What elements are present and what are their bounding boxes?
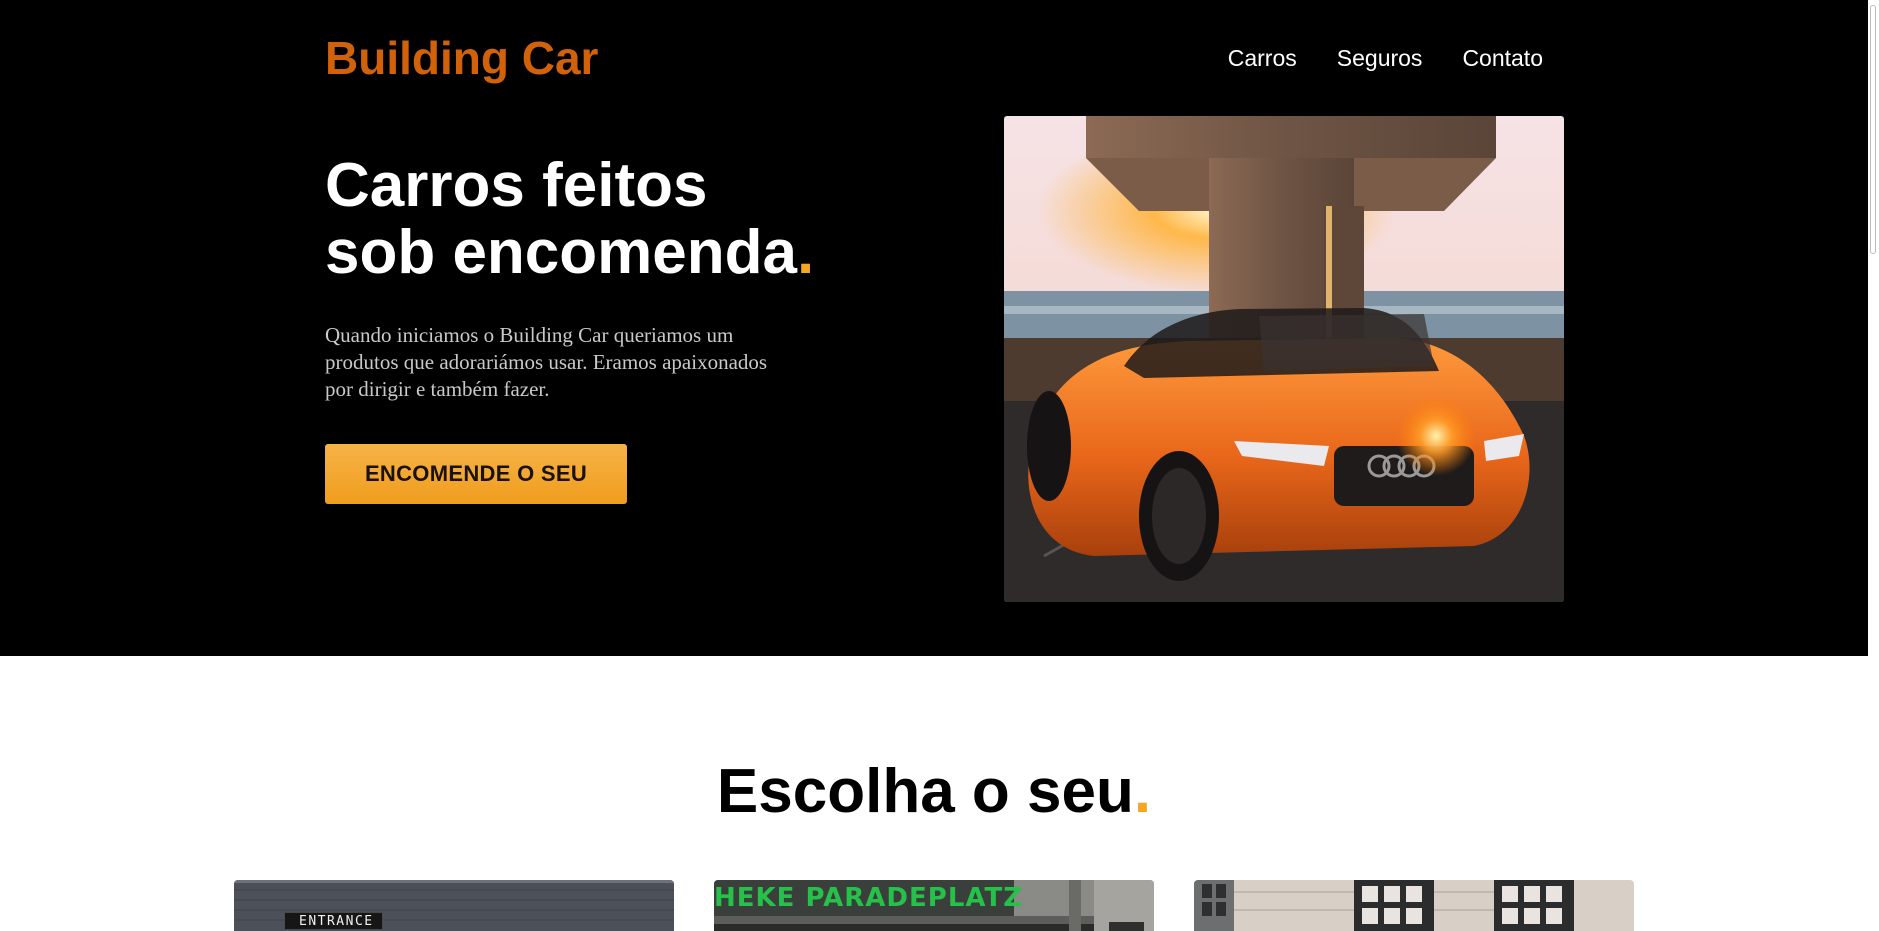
nav-link-seguros[interactable]: Seguros <box>1337 43 1423 73</box>
brand-logo[interactable]: Building Car <box>325 30 598 86</box>
page: Building Car Carros Seguros Contato Carr… <box>0 0 1879 931</box>
hero-title-line-2-text: sob encomenda <box>325 218 797 287</box>
nav-link-contato[interactable]: Contato <box>1462 43 1543 73</box>
section-title-text: Escolha o seu <box>716 757 1134 826</box>
orange-car-photo <box>1004 116 1564 602</box>
main-nav: Carros Seguros Contato <box>1228 43 1543 73</box>
hero-description: Quando iniciamos o Building Car queriamo… <box>325 323 768 401</box>
orange-car-image <box>1004 116 1564 602</box>
entrance-sign: ENTRANCE <box>284 912 383 930</box>
hero-title-dot: . <box>797 218 815 287</box>
hero-section: Building Car Carros Seguros Contato Carr… <box>0 0 1868 656</box>
order-button[interactable]: ENCOMENDE O SEU <box>325 444 627 504</box>
storefront-sign: HEKE PARADEPLATZ <box>714 883 1024 913</box>
car-card-3[interactable] <box>1194 880 1634 931</box>
page-scrollbar[interactable] <box>1868 0 1879 931</box>
hero-title-line-2: sob encomenda. <box>325 219 814 286</box>
section-title-dot: . <box>1133 757 1152 826</box>
building-facade-photo <box>1194 880 1634 931</box>
section-title: Escolha o seu. <box>0 756 1868 828</box>
nav-link-carros[interactable]: Carros <box>1228 43 1297 73</box>
car-card-1[interactable]: ENTRANCE <box>234 880 674 931</box>
scrollbar-thumb[interactable] <box>1871 6 1875 253</box>
hero-title: Carros feitos sob encomenda. <box>325 152 814 286</box>
car-card-2[interactable]: HEKE PARADEPLATZ <box>714 880 1154 931</box>
hero-title-line-1: Carros feitos <box>325 151 708 220</box>
